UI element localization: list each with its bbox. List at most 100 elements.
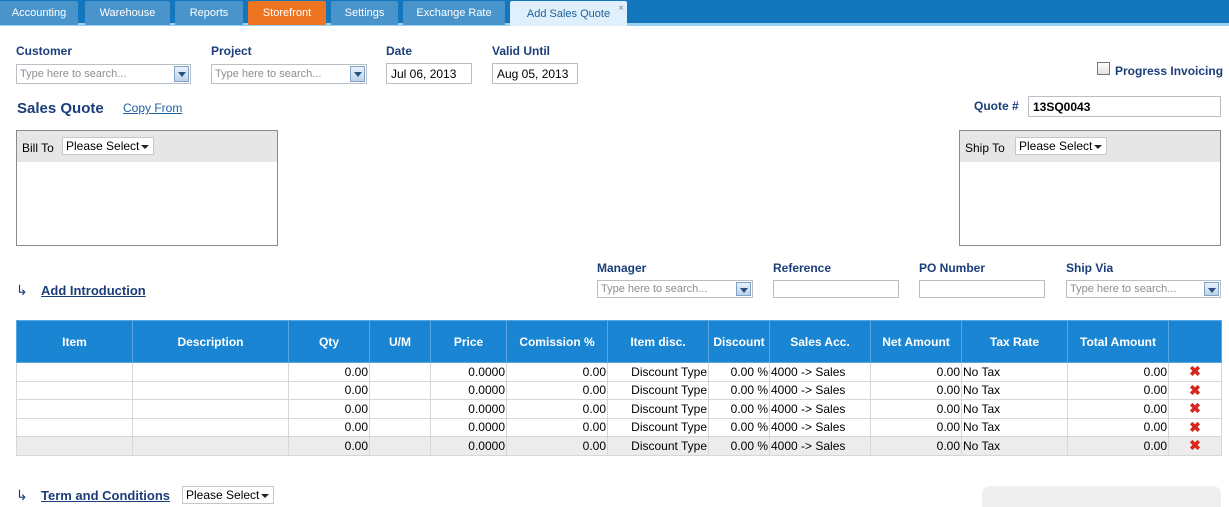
delete-icon[interactable]: ✖ — [1189, 419, 1201, 435]
discount-cell[interactable]: 0.00 % — [708, 399, 770, 419]
column-header-tax-rate[interactable]: Tax Rate — [961, 320, 1068, 363]
discount-cell[interactable]: 0.00 % — [708, 436, 770, 456]
qty-cell[interactable]: 0.00 — [288, 417, 370, 437]
bill-to-select[interactable]: Please Select — [62, 137, 155, 155]
description-cell[interactable] — [132, 436, 289, 456]
qty-cell[interactable]: 0.00 — [288, 380, 370, 400]
sales-acc-cell[interactable]: 4000 -> Sales — [769, 399, 871, 419]
qty-cell[interactable]: 0.00 — [288, 362, 370, 382]
tax-rate-cell[interactable]: No Tax — [961, 436, 1068, 456]
price-cell[interactable]: 0.0000 — [430, 362, 507, 382]
po-number-field[interactable] — [919, 280, 1045, 298]
item-cell[interactable] — [16, 417, 133, 437]
total-amount-cell: 0.00 — [1067, 417, 1169, 437]
copy-from-link[interactable]: Copy From — [123, 101, 182, 115]
commission-cell[interactable]: 0.00 — [506, 362, 608, 382]
quote-number-field[interactable]: 13SQ0043 — [1028, 96, 1221, 117]
delete-icon[interactable]: ✖ — [1189, 437, 1201, 453]
item-cell[interactable] — [16, 436, 133, 456]
column-header-um[interactable]: U/M — [369, 320, 431, 363]
discount-cell[interactable]: 0.00 % — [708, 417, 770, 437]
commission-cell[interactable]: 0.00 — [506, 399, 608, 419]
tab-settings[interactable]: Settings — [331, 1, 398, 25]
ship-via-placeholder: Type here to search... — [1070, 283, 1177, 295]
tab-bar: Accounting Warehouse Reports Storefront … — [0, 0, 1229, 26]
um-cell[interactable] — [369, 399, 431, 419]
sales-acc-cell[interactable]: 4000 -> Sales — [769, 417, 871, 437]
tax-rate-cell[interactable]: No Tax — [961, 362, 1068, 382]
tax-rate-cell[interactable]: No Tax — [961, 399, 1068, 419]
chevron-down-icon[interactable] — [1204, 282, 1219, 296]
item-cell[interactable] — [16, 399, 133, 419]
date-field[interactable]: Jul 06, 2013 — [386, 63, 472, 84]
tab-label: Reports — [189, 7, 229, 19]
terms-and-conditions-link[interactable]: Term and Conditions — [41, 488, 170, 503]
column-header-price[interactable]: Price — [430, 320, 507, 363]
delete-icon[interactable]: ✖ — [1189, 382, 1201, 398]
ship-via-search-input[interactable]: Type here to search... — [1066, 280, 1221, 298]
um-cell[interactable] — [369, 362, 431, 382]
sales-acc-cell[interactable]: 4000 -> Sales — [769, 436, 871, 456]
qty-cell[interactable]: 0.00 — [288, 399, 370, 419]
price-cell[interactable]: 0.0000 — [430, 380, 507, 400]
description-cell[interactable] — [132, 399, 289, 419]
price-cell[interactable]: 0.0000 — [430, 436, 507, 456]
chevron-down-icon[interactable] — [350, 66, 365, 82]
column-header-net-amount[interactable]: Net Amount — [870, 320, 962, 363]
sales-acc-cell[interactable]: 4000 -> Sales — [769, 380, 871, 400]
delete-icon[interactable]: ✖ — [1189, 363, 1201, 379]
tab-storefront[interactable]: Storefront — [248, 1, 326, 25]
column-header-description[interactable]: Description — [132, 320, 289, 363]
qty-cell[interactable]: 0.00 — [288, 436, 370, 456]
tab-reports[interactable]: Reports — [175, 1, 243, 25]
add-introduction-link[interactable]: Add Introduction — [41, 283, 146, 298]
commission-cell[interactable]: 0.00 — [506, 380, 608, 400]
chevron-down-icon[interactable] — [736, 282, 751, 296]
item-disc-cell[interactable]: Discount Type — [607, 380, 709, 400]
manager-search-input[interactable]: Type here to search... — [597, 280, 753, 298]
valid-until-field[interactable]: Aug 05, 2013 — [492, 63, 578, 84]
tab-accounting[interactable]: Accounting — [0, 1, 78, 25]
price-cell[interactable]: 0.0000 — [430, 399, 507, 419]
description-cell[interactable] — [132, 380, 289, 400]
um-cell[interactable] — [369, 436, 431, 456]
column-header-item-disc[interactable]: Item disc. — [607, 320, 709, 363]
price-cell[interactable]: 0.0000 — [430, 417, 507, 437]
customer-search-input[interactable]: Type here to search... — [16, 64, 191, 84]
um-cell[interactable] — [369, 417, 431, 437]
column-header-item[interactable]: Item — [16, 320, 133, 363]
item-cell[interactable] — [16, 362, 133, 382]
tab-add-sales-quote[interactable]: Add Sales Quote × — [510, 1, 627, 26]
column-header-sales-acc[interactable]: Sales Acc. — [769, 320, 871, 363]
ship-to-select[interactable]: Please Select — [1015, 137, 1108, 155]
commission-cell[interactable]: 0.00 — [506, 417, 608, 437]
item-disc-cell[interactable]: Discount Type — [607, 399, 709, 419]
chevron-down-icon[interactable] — [174, 66, 189, 82]
delete-icon[interactable]: ✖ — [1189, 400, 1201, 416]
progress-invoicing-checkbox[interactable] — [1097, 62, 1110, 75]
sales-acc-cell[interactable]: 4000 -> Sales — [769, 362, 871, 382]
commission-cell[interactable]: 0.00 — [506, 436, 608, 456]
tab-exchange-rate[interactable]: Exchange Rate — [403, 1, 505, 25]
item-disc-cell[interactable]: Discount Type — [607, 436, 709, 456]
terms-select[interactable]: Please Select — [182, 486, 275, 504]
project-placeholder: Type here to search... — [215, 68, 322, 80]
description-cell[interactable] — [132, 417, 289, 437]
description-cell[interactable] — [132, 362, 289, 382]
project-search-input[interactable]: Type here to search... — [211, 64, 367, 84]
item-cell[interactable] — [16, 380, 133, 400]
column-header-total-amount[interactable]: Total Amount — [1067, 320, 1169, 363]
reference-field[interactable] — [773, 280, 899, 298]
tax-rate-cell[interactable]: No Tax — [961, 417, 1068, 437]
column-header-qty[interactable]: Qty — [288, 320, 370, 363]
discount-cell[interactable]: 0.00 % — [708, 362, 770, 382]
um-cell[interactable] — [369, 380, 431, 400]
column-header-commission[interactable]: Comission % — [506, 320, 608, 363]
tax-rate-cell[interactable]: No Tax — [961, 380, 1068, 400]
item-disc-cell[interactable]: Discount Type — [607, 362, 709, 382]
tab-warehouse[interactable]: Warehouse — [85, 1, 170, 25]
column-header-discount[interactable]: Discount — [708, 320, 770, 363]
discount-cell[interactable]: 0.00 % — [708, 380, 770, 400]
close-icon[interactable]: × — [618, 3, 624, 14]
item-disc-cell[interactable]: Discount Type — [607, 417, 709, 437]
